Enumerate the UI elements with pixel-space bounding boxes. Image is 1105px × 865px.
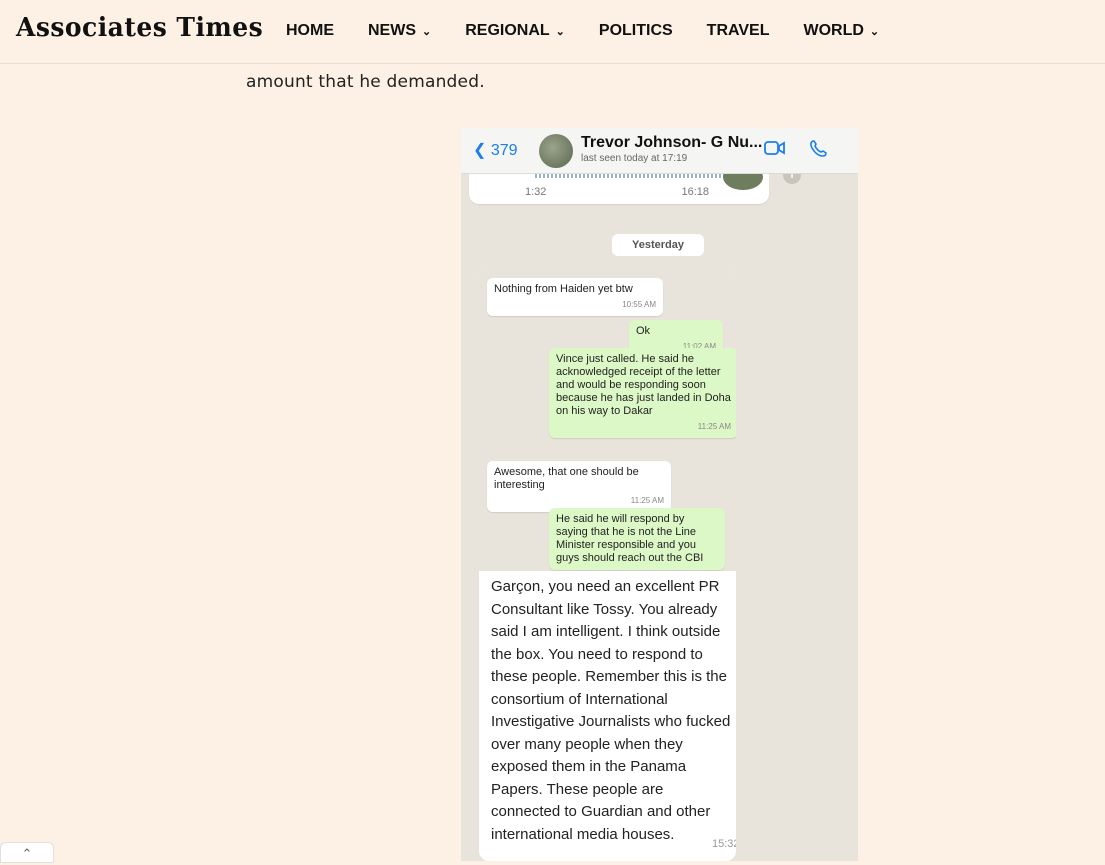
scroll-to-top-button[interactable]: ⌃ bbox=[0, 842, 54, 863]
whatsapp-screenshot: 1:32 16:18 i ❮ 379 Trevor Johnson- G Nu.… bbox=[461, 128, 858, 861]
chat-header: ❮ 379 Trevor Johnson- G Nu... last seen … bbox=[461, 128, 858, 174]
contact-info: Trevor Johnson- G Nu... last seen today … bbox=[581, 134, 762, 164]
back-button: ❮ 379 bbox=[473, 140, 518, 160]
site-logo[interactable]: Associates Times bbox=[16, 13, 263, 43]
nav-news[interactable]: NEWS ⌄ bbox=[368, 22, 431, 40]
audio-message: 1:32 16:18 bbox=[469, 164, 769, 204]
message-text: Ok bbox=[636, 325, 651, 337]
chevron-up-icon: ⌃ bbox=[21, 846, 33, 861]
message-bubble: Nothing from Haiden yet btw 10:55 AM bbox=[487, 278, 663, 316]
avatar bbox=[539, 134, 573, 168]
message-time: 10:55 AM bbox=[622, 300, 656, 309]
nav-label: POLITICS bbox=[598, 22, 673, 39]
phone-icon bbox=[809, 140, 829, 163]
nav-label: NEWS bbox=[368, 22, 416, 39]
message-bubble: He said he will respond by saying that h… bbox=[549, 508, 725, 570]
nav-regional[interactable]: REGIONAL ⌄ bbox=[465, 22, 565, 40]
message-bubble: Awesome, that one should be interesting … bbox=[487, 461, 671, 512]
message-text: Nothing from Haiden yet btw bbox=[494, 283, 633, 295]
message-bubble: Vince just called. He said he acknowledg… bbox=[549, 348, 736, 438]
inner-chat: Nothing from Haiden yet btw 10:55 AM Ok … bbox=[479, 266, 736, 571]
back-count: 379 bbox=[490, 142, 518, 159]
main-nav: HOME NEWS ⌄ REGIONAL ⌄ POLITICS TRAVEL WOR… bbox=[286, 22, 913, 40]
image-caption: Garçon, you need an excellent PR Consult… bbox=[491, 578, 731, 843]
chevron-down-icon: ⌄ bbox=[869, 25, 880, 38]
message-time: 11:25 AM bbox=[697, 422, 731, 431]
message-text: Vince just called. He said he acknowledg… bbox=[556, 353, 731, 417]
nav-home[interactable]: HOME bbox=[286, 22, 334, 40]
message-time: 11:25 AM bbox=[630, 496, 664, 505]
audio-duration: 1:32 bbox=[525, 186, 547, 198]
nav-travel[interactable]: TRAVEL bbox=[707, 22, 770, 40]
message-text: He said he will respond by saying that h… bbox=[556, 513, 704, 564]
message-text: Awesome, that one should be interesting bbox=[494, 466, 639, 491]
article-text: amount that he demanded. bbox=[246, 72, 485, 92]
nav-label: WORLD bbox=[803, 22, 864, 39]
nav-politics[interactable]: POLITICS bbox=[599, 22, 673, 40]
chevron-left-icon: ❮ bbox=[473, 142, 487, 159]
date-separator: Yesterday bbox=[612, 234, 704, 256]
forwarded-screenshot-card: Nothing from Haiden yet btw 10:55 AM Ok … bbox=[479, 266, 736, 861]
chevron-down-icon: ⌄ bbox=[555, 25, 565, 38]
audio-time: 16:18 bbox=[681, 186, 709, 198]
contact-name: Trevor Johnson- G Nu... bbox=[581, 134, 763, 151]
nav-label: REGIONAL bbox=[465, 22, 550, 39]
video-call-icon bbox=[764, 140, 786, 161]
nav-label: TRAVEL bbox=[706, 22, 770, 39]
nav-label: HOME bbox=[286, 22, 334, 39]
nav-world[interactable]: WORLD ⌄ bbox=[803, 22, 879, 40]
site-header: Associates Times HOME NEWS ⌄ REGIONAL ⌄ PO… bbox=[0, 0, 1105, 64]
caption-time: 15:32 bbox=[712, 838, 736, 850]
last-seen: last seen today at 17:19 bbox=[581, 153, 688, 164]
chevron-down-icon: ⌄ bbox=[422, 25, 432, 38]
